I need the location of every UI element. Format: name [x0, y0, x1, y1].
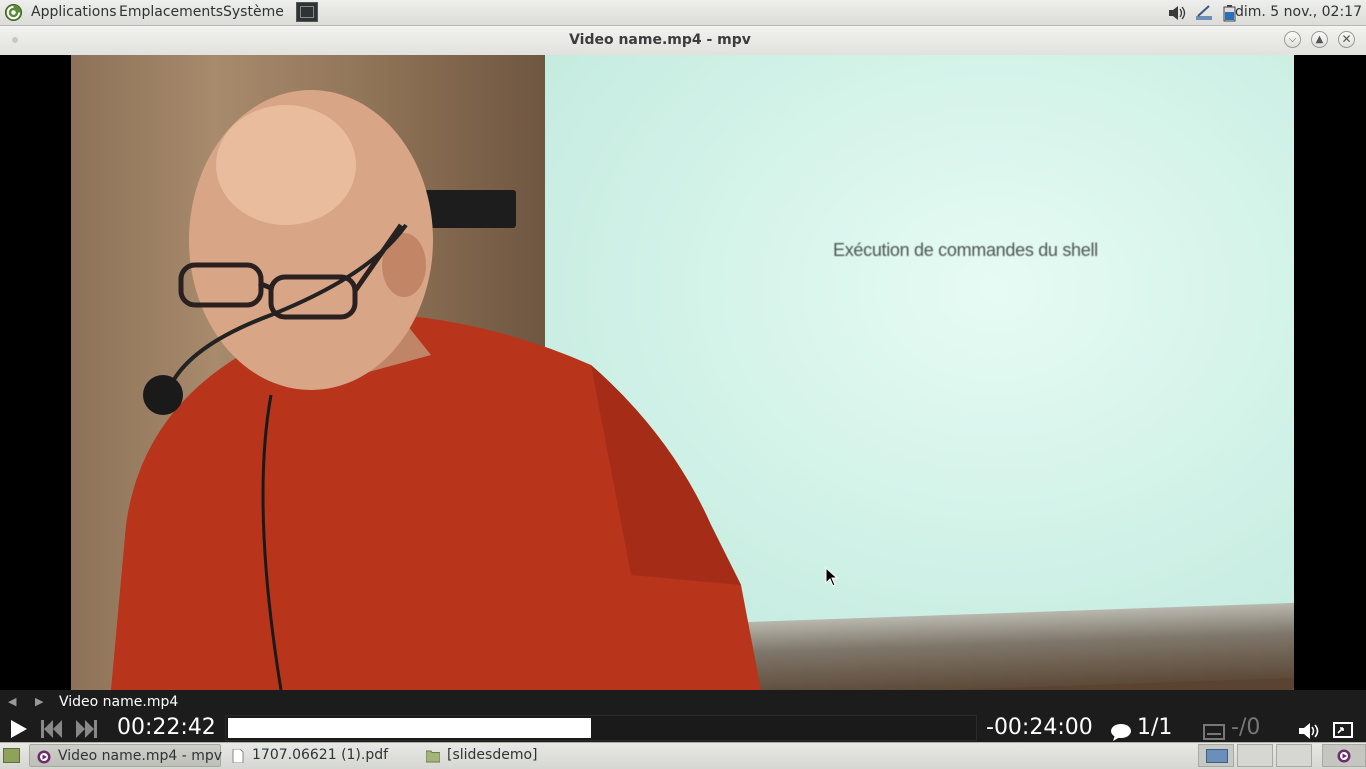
top-panel: Applications Emplacements Système dim. 5… [0, 0, 1366, 26]
task-label: [slidesdemo] [447, 747, 538, 763]
minimize-button[interactable]: ⌵ [1284, 31, 1301, 48]
document-icon [232, 749, 244, 763]
volume-icon[interactable] [1166, 3, 1186, 23]
task-label: Video name.mp4 - mpv [58, 748, 223, 764]
task-pdf[interactable]: 1707.06621 (1).pdf [224, 744, 416, 767]
time-elapsed[interactable]: 00:22:42 [117, 715, 216, 740]
subtitle-track-count[interactable]: 1/1 [1137, 715, 1172, 740]
distro-logo-icon[interactable] [4, 3, 23, 22]
mpv-icon [1337, 749, 1351, 763]
task-folder[interactable]: [slidesdemo] [419, 744, 611, 767]
maximize-button[interactable]: ▲ [1311, 31, 1328, 48]
menu-applications[interactable]: Applications [31, 4, 117, 20]
playlist-title[interactable]: Video name.mp4 [59, 694, 178, 710]
menu-emplacements[interactable]: Emplacements [119, 4, 223, 20]
window-title: Video name.mp4 - mpv [569, 32, 751, 48]
player-controls: ◀ ▶ Video name.mp4 00:22:42 -00:24:00 1/… [0, 690, 1366, 742]
playlist-next-icon[interactable]: ▶ [35, 695, 43, 708]
mouse-cursor-icon [825, 567, 839, 587]
skip-forward-icon[interactable] [76, 720, 98, 738]
show-desktop-icon[interactable] [3, 748, 20, 763]
menu-systeme[interactable]: Système [223, 4, 284, 20]
mpv-icon [37, 750, 51, 764]
workspace-1[interactable] [1198, 744, 1234, 767]
task-mpv[interactable]: Video name.mp4 - mpv [29, 744, 223, 767]
volume-icon[interactable] [1298, 722, 1320, 740]
time-remaining[interactable]: -00:24:00 [986, 715, 1093, 740]
seekbar-progress [228, 718, 591, 738]
video-area[interactable]: Exécution de commandes du shell [0, 55, 1366, 690]
presenter-figure [111, 90, 761, 690]
folder-icon [426, 750, 440, 763]
seekbar[interactable] [225, 715, 977, 741]
play-icon[interactable] [10, 719, 28, 739]
network-icon[interactable] [1194, 3, 1214, 23]
subtitle-icon[interactable] [1110, 723, 1132, 741]
clock[interactable]: dim. 5 nov., 02:17 [1235, 4, 1362, 20]
slide-title: Exécution de commandes du shell [833, 240, 1098, 260]
workspace-window-thumb [1206, 749, 1228, 763]
workspace-3[interactable] [1276, 744, 1312, 767]
task-label: 1707.06621 (1).pdf [252, 747, 389, 763]
window-titlebar[interactable]: Video name.mp4 - mpv ⌵ ▲ ✕ [0, 26, 1366, 56]
audio-track-count[interactable]: -/0 [1231, 715, 1260, 740]
close-button[interactable]: ✕ [1338, 31, 1355, 48]
audio-track-icon[interactable] [1203, 724, 1225, 740]
tray-mpv[interactable] [1322, 744, 1366, 767]
taskbar: Video name.mp4 - mpv 1707.06621 (1).pdf … [0, 742, 1366, 769]
skip-back-icon[interactable] [41, 720, 63, 738]
playlist-prev-icon[interactable]: ◀ [8, 695, 16, 708]
video-frame: Exécution de commandes du shell [71, 55, 1294, 690]
workspace-2[interactable] [1237, 744, 1273, 767]
terminal-launcher-icon[interactable] [296, 2, 318, 22]
fullscreen-icon[interactable] [1333, 722, 1353, 738]
